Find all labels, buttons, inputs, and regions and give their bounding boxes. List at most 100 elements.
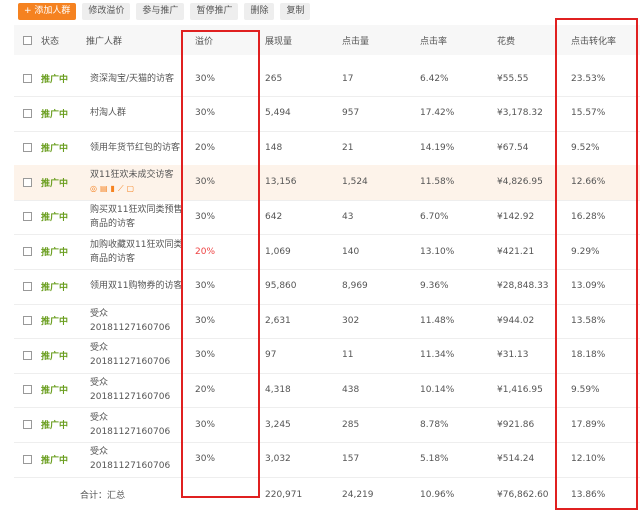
crowd-name: 受众20181127160706 [90, 372, 186, 407]
crowd-name: 受众20181127160706 [90, 303, 186, 338]
cost: ¥514.24 [497, 442, 534, 477]
crowd-name: 村淘人群 [90, 96, 186, 131]
row-checkbox[interactable] [23, 282, 32, 291]
impressions: 97 [265, 338, 276, 373]
crowd-name-text: 领用双11购物券的访客 [90, 279, 182, 293]
clicks: 140 [342, 234, 359, 269]
row-checkbox[interactable] [23, 316, 32, 325]
clicks: 11 [342, 338, 353, 373]
table-row: 推广中 受众20181127160706 30% 3,032 157 5.18%… [14, 442, 640, 478]
crowd-name-text: 受众20181127160706 [90, 445, 186, 473]
ctr: 11.48% [420, 303, 454, 338]
header-clicks[interactable]: 点击量 [342, 25, 369, 55]
cost: ¥421.21 [497, 234, 534, 269]
crowd-name: 受众20181127160706 [90, 442, 186, 477]
crowd-name: 资深淘宝/天猫的访客 [90, 61, 186, 96]
ctr: 13.10% [420, 234, 454, 269]
row-checkbox[interactable] [23, 385, 32, 394]
add-crowd-button[interactable]: + 添加人群 [18, 3, 76, 20]
row-action-icons[interactable]: ◎▤▮⟋▢ [90, 182, 173, 196]
cost: ¥142.92 [497, 199, 534, 234]
impressions: 1,069 [265, 234, 291, 269]
header-cost[interactable]: 花费 [497, 25, 515, 55]
delete-button[interactable]: 删除 [244, 3, 274, 20]
crowd-name-text: 受众20181127160706 [90, 376, 186, 404]
total-label: 合计：汇总 [80, 477, 125, 512]
impressions: 5,494 [265, 96, 291, 131]
row-checkbox[interactable] [23, 178, 32, 187]
total-impressions: 220,971 [265, 477, 302, 512]
header-impressions[interactable]: 展现量 [265, 25, 292, 55]
pause-promotion-button[interactable]: 暂停推广 [190, 3, 238, 20]
crowd-name: 领用双11购物券的访客 [90, 269, 186, 304]
total-ctr: 10.96% [420, 477, 454, 512]
table-row: 推广中 加购收藏双11狂欢同类商品的访客 20% 1,069 140 13.10… [14, 234, 640, 270]
status: 推广中 [41, 338, 68, 373]
row-checkbox[interactable] [23, 455, 32, 464]
status: 推广中 [41, 372, 68, 407]
status: 推广中 [41, 199, 68, 234]
ctr: 17.42% [420, 96, 454, 131]
table-row: 推广中 领用双11购物券的访客 30% 95,860 8,969 9.36% ¥… [14, 269, 640, 305]
ctr: 6.70% [420, 199, 449, 234]
row-checkbox[interactable] [23, 74, 32, 83]
table-row: 推广中 受众20181127160706 30% 97 11 11.34% ¥3… [14, 338, 640, 374]
crowd-name: 受众20181127160706 [90, 338, 186, 373]
table-row: 推广中 购买双11狂欢同类预售商品的访客 30% 642 43 6.70% ¥1… [14, 199, 640, 235]
header-name: 推广人群 [86, 25, 122, 55]
impressions: 642 [265, 199, 282, 234]
ctr: 9.36% [420, 269, 449, 304]
table-row: 推广中 资深淘宝/天猫的访客 30% 265 17 6.42% ¥55.55 2… [14, 61, 640, 97]
crowd-name: 领用年货节红包的访客 [90, 130, 186, 165]
cost: ¥3,178.32 [497, 96, 543, 131]
impressions: 4,318 [265, 372, 291, 407]
highlight-bid-column [181, 30, 260, 498]
total-cost: ¥76,862.60 [497, 477, 549, 512]
ctr: 5.18% [420, 442, 449, 477]
crowd-name: 双11狂欢未成交访客◎▤▮⟋▢ [90, 165, 186, 200]
table-header: 状态 推广人群 溢价 展现量 点击量 点击率 花费 点击转化率 [14, 25, 640, 55]
table-row: 推广中 领用年货节红包的访客 20% 148 21 14.19% ¥67.54 … [14, 130, 640, 166]
clicks: 8,969 [342, 269, 368, 304]
crowd-name-text: 领用年货节红包的访客 [90, 141, 180, 155]
cost: ¥67.54 [497, 130, 529, 165]
clicks: 1,524 [342, 165, 368, 200]
cost: ¥4,826.95 [497, 165, 543, 200]
impressions: 3,032 [265, 442, 291, 477]
table-row: 推广中 双11狂欢未成交访客◎▤▮⟋▢ 30% 13,156 1,524 11.… [14, 165, 640, 201]
copy-button[interactable]: 复制 [280, 3, 310, 20]
status: 推广中 [41, 165, 68, 200]
status: 推广中 [41, 442, 68, 477]
crowd-name: 购买双11狂欢同类预售商品的访客 [90, 199, 186, 234]
crowd-name-text: 资深淘宝/天猫的访客 [90, 72, 174, 86]
row-checkbox[interactable] [23, 420, 32, 429]
impressions: 3,245 [265, 407, 291, 442]
edit-bid-button[interactable]: 修改溢价 [82, 3, 130, 20]
impressions: 265 [265, 61, 282, 96]
join-promotion-button[interactable]: 参与推广 [136, 3, 184, 20]
impressions: 95,860 [265, 269, 297, 304]
status: 推广中 [41, 96, 68, 131]
select-all-checkbox[interactable] [23, 36, 32, 45]
status: 推广中 [41, 303, 68, 338]
row-checkbox[interactable] [23, 143, 32, 152]
row-checkbox[interactable] [23, 351, 32, 360]
table-row: 推广中 村淘人群 30% 5,494 957 17.42% ¥3,178.32 … [14, 96, 640, 132]
cost: ¥944.02 [497, 303, 534, 338]
clicks: 957 [342, 96, 359, 131]
row-checkbox[interactable] [23, 247, 32, 256]
cost: ¥921.86 [497, 407, 534, 442]
row-checkbox[interactable] [23, 212, 32, 221]
status: 推广中 [41, 234, 68, 269]
ctr: 8.78% [420, 407, 449, 442]
clicks: 438 [342, 372, 359, 407]
ctr: 11.58% [420, 165, 454, 200]
impressions: 13,156 [265, 165, 297, 200]
row-checkbox[interactable] [23, 109, 32, 118]
clicks: 302 [342, 303, 359, 338]
status: 推广中 [41, 407, 68, 442]
ctr: 14.19% [420, 130, 454, 165]
header-ctr[interactable]: 点击率 [420, 25, 447, 55]
ctr: 6.42% [420, 61, 449, 96]
clicks: 43 [342, 199, 353, 234]
